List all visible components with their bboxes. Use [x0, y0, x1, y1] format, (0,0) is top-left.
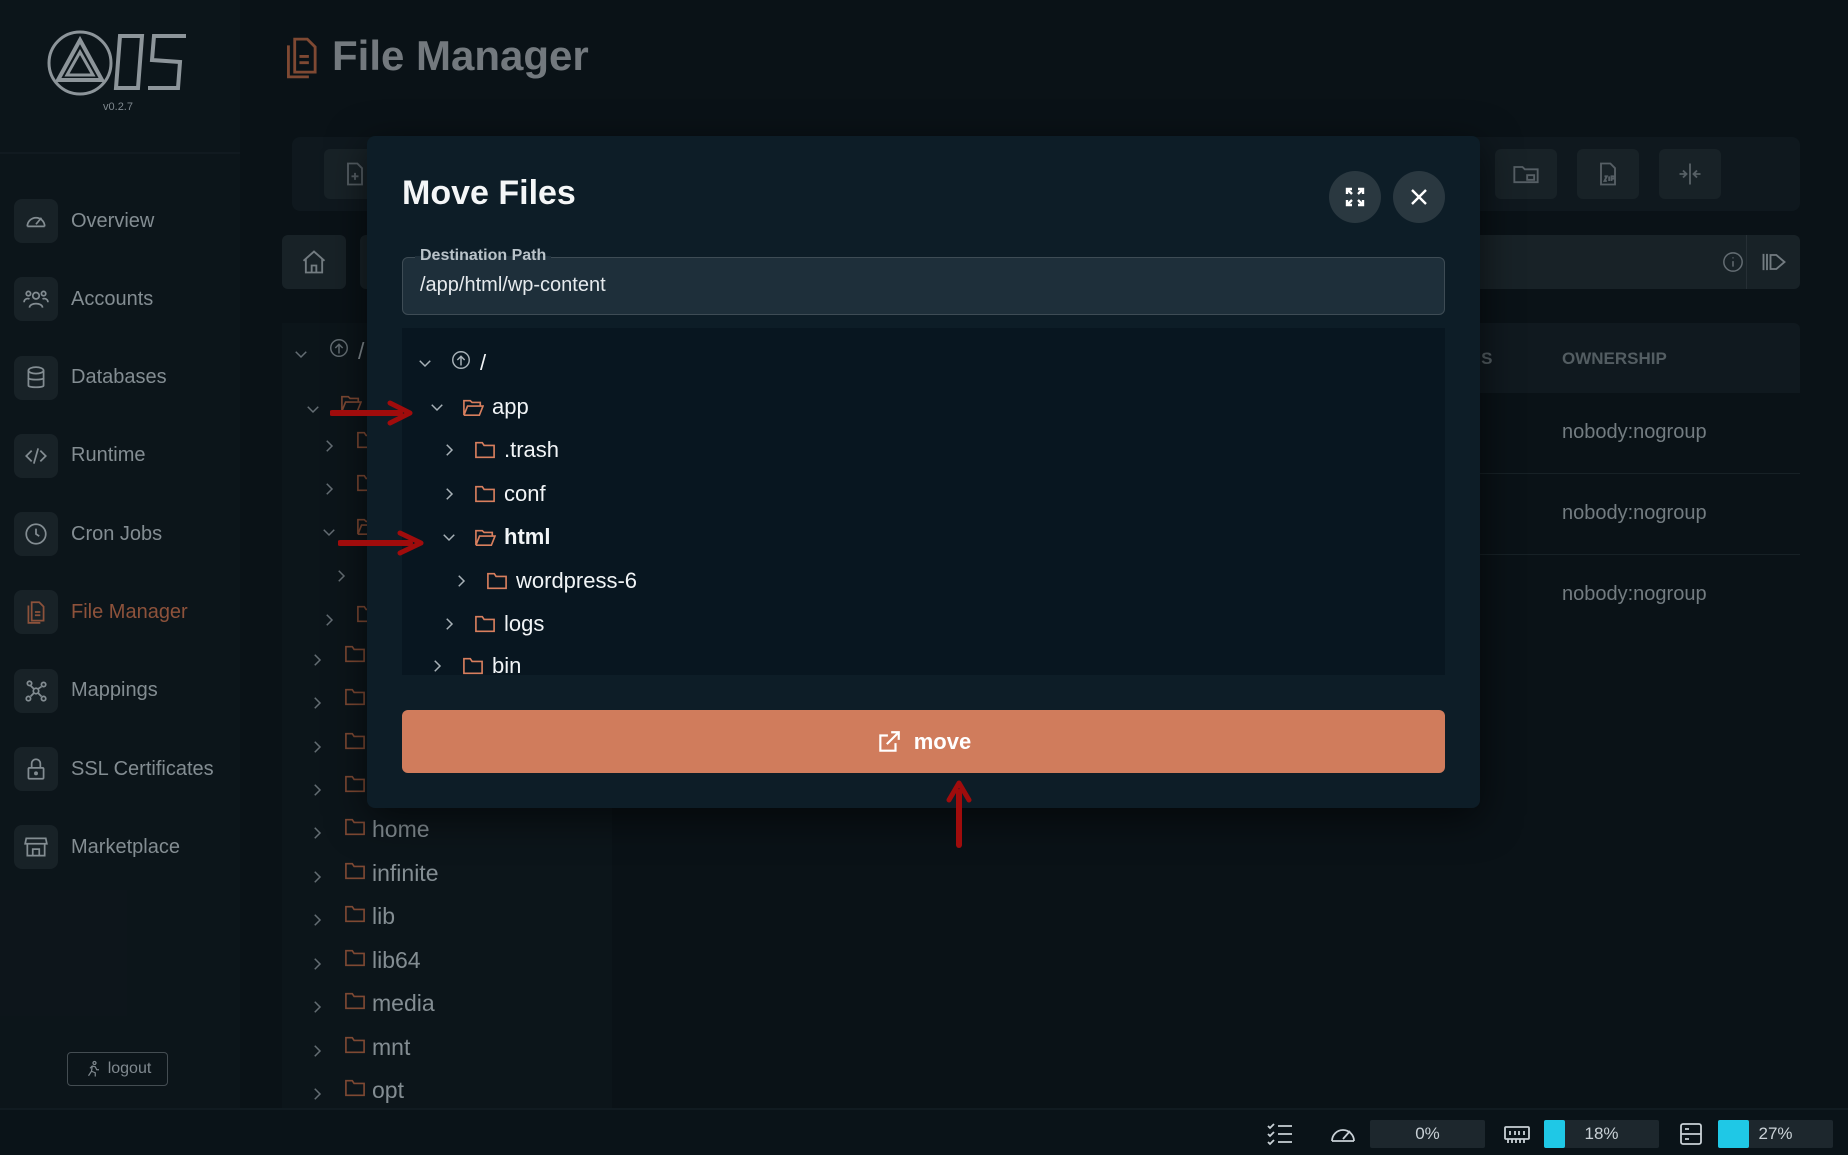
memory-value: 18% [1584, 1124, 1619, 1143]
storage-value: 27% [1758, 1124, 1793, 1143]
expand-icon [1345, 187, 1365, 207]
tree-item-label: html [504, 524, 551, 549]
folder-icon [474, 614, 496, 634]
memory-icon [1503, 1121, 1531, 1152]
tree-item-label: logs [504, 611, 545, 636]
tree-item-conf[interactable]: conf [440, 478, 546, 510]
folder-icon [474, 440, 496, 460]
tree-item-label: .trash [504, 437, 560, 462]
storage-icon [1677, 1121, 1705, 1152]
annotation-arrow-app [330, 400, 413, 426]
dialog-title: Move Files [402, 174, 576, 212]
move-button-label: move [913, 728, 972, 754]
chevron-right-icon [428, 657, 446, 675]
tree-item-html[interactable]: html [440, 521, 550, 553]
destination-path-label: Destination Path [415, 247, 552, 265]
destination-path-input[interactable] [420, 274, 1420, 297]
cloud-upload-icon [450, 349, 472, 377]
close-button[interactable] [1393, 171, 1445, 223]
tree-item-label: bin [492, 653, 522, 675]
tree-item-trash[interactable]: .trash [440, 434, 559, 466]
task-list-icon[interactable] [1266, 1121, 1294, 1152]
folder-icon [474, 484, 496, 504]
tree-item-label: app [492, 394, 529, 419]
chevron-right-icon [440, 441, 458, 459]
chevron-down-icon [416, 354, 434, 372]
folder-open-icon [474, 527, 496, 547]
cpu-value: 0% [1415, 1124, 1440, 1143]
close-icon [1411, 189, 1427, 205]
tree-item-label: conf [504, 481, 546, 506]
folder-icon [462, 656, 484, 675]
tree-item-bin[interactable]: bin [428, 650, 521, 675]
storage-meter: 27% [1718, 1120, 1833, 1148]
chevron-right-icon [440, 615, 458, 633]
tree-item-logs[interactable]: logs [440, 608, 544, 640]
external-link-icon [879, 730, 900, 752]
move-files-dialog: Move Files Destination Path / app .trash… [367, 136, 1480, 808]
cpu-gauge-icon [1329, 1121, 1357, 1152]
folder-icon [486, 571, 508, 591]
annotation-arrow-move [946, 780, 972, 848]
memory-meter: 18% [1544, 1120, 1659, 1148]
chevron-down-icon [440, 528, 458, 546]
tree-item-wordpress-6[interactable]: wordpress-6 [452, 565, 637, 597]
fullscreen-button[interactable] [1329, 171, 1381, 223]
destination-path-field: Destination Path [402, 247, 1445, 315]
tree-root[interactable]: / [416, 347, 486, 379]
move-button[interactable]: move [402, 710, 1445, 773]
tree-item-label: wordpress-6 [516, 568, 638, 593]
status-bar: 0% 18% 27% [0, 1108, 1848, 1155]
folder-open-icon [462, 397, 484, 417]
chevron-down-icon [428, 398, 446, 416]
chevron-right-icon [440, 485, 458, 503]
tree-item-label: / [480, 350, 487, 375]
chevron-right-icon [452, 572, 470, 590]
tree-item-app[interactable]: app [428, 391, 529, 423]
destination-tree: / app .trash conf html wordpress-6 logs … [402, 328, 1445, 675]
cpu-meter: 0% [1370, 1120, 1485, 1148]
annotation-arrow-html [338, 530, 424, 556]
